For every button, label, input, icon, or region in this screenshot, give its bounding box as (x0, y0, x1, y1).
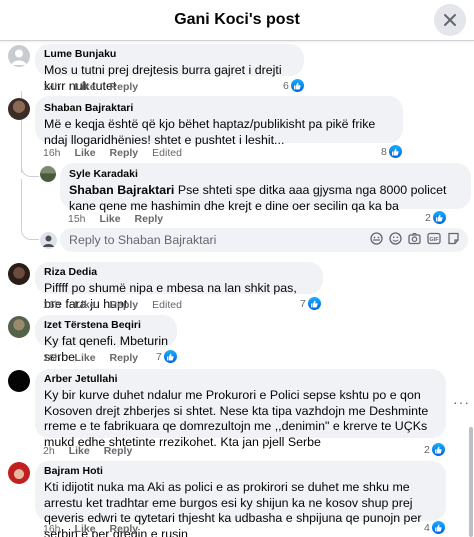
like-button[interactable]: Like (69, 445, 90, 457)
thread-connector (21, 151, 39, 177)
sticker-icon[interactable] (447, 232, 460, 245)
like-reaction-icon (388, 145, 402, 158)
comment-bubble: Riza Dedia Piffff po shumë nipa e mbesa … (35, 262, 323, 311)
gif-icon[interactable]: GIF (427, 232, 441, 245)
comment-timestamp[interactable]: 16h (43, 523, 61, 535)
reply-button[interactable]: Reply (110, 147, 139, 159)
comment-timestamp[interactable]: 15h (68, 213, 86, 225)
reply-button[interactable]: Reply (110, 523, 139, 535)
reply-button[interactable]: Reply (110, 81, 139, 93)
reply-button[interactable]: Reply (104, 445, 133, 457)
reaction-number: 7 (156, 350, 162, 363)
close-button[interactable] (434, 4, 466, 36)
comment-author[interactable]: Shaban Bajraktari (44, 102, 394, 115)
post-title: Gani Koci's post (174, 11, 300, 28)
reaction-number: 2 (424, 443, 430, 456)
thread-connector (21, 179, 39, 240)
like-reaction-icon (432, 211, 446, 224)
comment-author[interactable]: Lume Bunjaku (44, 48, 295, 61)
reaction-count[interactable]: 4 (424, 521, 445, 534)
reply-input[interactable]: Reply to Shaban Bajraktari GIF (60, 228, 468, 252)
current-user-avatar (40, 232, 57, 249)
like-button[interactable]: Like (75, 81, 96, 93)
reaction-number: 4 (424, 521, 430, 534)
comment-author[interactable]: Arber Jetullahi (44, 373, 437, 386)
comment-timestamp[interactable]: 2h (43, 445, 55, 457)
comment-timestamp[interactable]: 16h (43, 147, 61, 159)
emoji-icon[interactable] (389, 232, 402, 245)
comment-bubble: Arber Jetullahi Ky bir kurve duhet ndalu… (35, 369, 446, 449)
avatar[interactable] (8, 370, 30, 392)
comment-author[interactable]: Syle Karadaki (69, 168, 462, 181)
comment-actions: 16h Like Reply Edited (43, 147, 182, 159)
reply-placeholder: Reply to Shaban Bajraktari (69, 233, 217, 247)
reaction-count[interactable]: 2 (424, 443, 445, 456)
comment-actions: 16h Like Reply Edited (43, 299, 182, 311)
comment-timestamp[interactable]: 16h (43, 299, 61, 311)
like-reaction-icon (163, 350, 177, 363)
reaction-number: 2 (425, 211, 431, 224)
like-reaction-icon (307, 297, 321, 310)
default-avatar-icon (11, 49, 27, 65)
comment-actions: 16h Like Reply (43, 352, 138, 364)
comment-actions: 14h Like Reply (43, 81, 138, 93)
comment-author[interactable]: Riza Dedia (44, 266, 314, 279)
like-button[interactable]: Like (75, 523, 96, 535)
avatar-icon (43, 235, 54, 247)
comment-bubble: Izet Tërstena Beqiri Ky fat qenefi. Mbet… (35, 315, 177, 364)
comments-feed[interactable]: Lume Bunjaku Mos u tutni prej drejtesis … (0, 41, 474, 537)
more-options-icon[interactable]: ··· (453, 394, 470, 410)
svg-text:GIF: GIF (429, 237, 439, 243)
comment-timestamp[interactable]: 14h (43, 81, 61, 93)
avatar[interactable] (8, 263, 30, 285)
mention-link[interactable]: Shaban Bajraktari (69, 183, 174, 197)
avatar[interactable] (8, 45, 30, 67)
edited-label[interactable]: Edited (152, 299, 182, 311)
reply-button[interactable]: Reply (135, 213, 164, 225)
like-button[interactable]: Like (75, 352, 96, 364)
comment-bubble: Bajram Hoti Kti idijotit nuka ma Aki as … (35, 461, 446, 537)
like-reaction-icon (431, 443, 445, 456)
reaction-number: 7 (300, 297, 306, 310)
comment-bubble: Shaban Bajraktari Më e keqja është që kj… (35, 96, 403, 147)
reaction-count[interactable]: 7 (300, 297, 321, 310)
like-button[interactable]: Like (75, 299, 96, 311)
avatar[interactable] (8, 98, 30, 120)
post-header: Gani Koci's post (0, 0, 474, 41)
like-button[interactable]: Like (75, 147, 96, 159)
composer-tools: GIF (370, 232, 460, 245)
like-reaction-icon (431, 521, 445, 534)
comment-actions: 16h Like Reply (43, 523, 138, 535)
like-button[interactable]: Like (100, 213, 121, 225)
scrollbar-thumb[interactable] (469, 427, 473, 537)
comment-text: Ky bir kurve duhet ndalur me Prokurori e… (44, 388, 429, 449)
reaction-count[interactable]: 6 (283, 79, 304, 92)
comment-bubble: Lume Bunjaku Mos u tutni prej drejtesis … (35, 44, 304, 93)
like-reaction-icon (290, 79, 304, 92)
avatar[interactable] (8, 316, 30, 338)
reply-button[interactable]: Reply (110, 352, 139, 364)
avatar[interactable] (40, 166, 56, 182)
reaction-count[interactable]: 8 (381, 145, 402, 158)
avatar[interactable] (8, 462, 30, 484)
close-icon (444, 14, 456, 26)
reply-button[interactable]: Reply (110, 299, 139, 311)
avatar-sticker-icon[interactable] (370, 232, 383, 245)
edited-label[interactable]: Edited (152, 147, 182, 159)
comment-timestamp[interactable]: 16h (43, 352, 61, 364)
reaction-number: 8 (381, 145, 387, 158)
comment-author[interactable]: Bajram Hoti (44, 465, 437, 478)
reaction-count[interactable]: 7 (156, 350, 177, 363)
camera-icon[interactable] (408, 232, 421, 245)
comment-text: Më e keqja është që kjo bëhet haptaz/pub… (44, 117, 376, 147)
comment-actions: 15h Like Reply (68, 213, 163, 225)
comment-author[interactable]: Izet Tërstena Beqiri (44, 319, 168, 332)
reaction-number: 6 (283, 79, 289, 92)
comment-actions: 2h Like Reply (43, 445, 132, 457)
reaction-count[interactable]: 2 (425, 211, 446, 224)
comment-bubble: Syle Karadaki Shaban Bajraktari Pse shte… (60, 163, 471, 213)
